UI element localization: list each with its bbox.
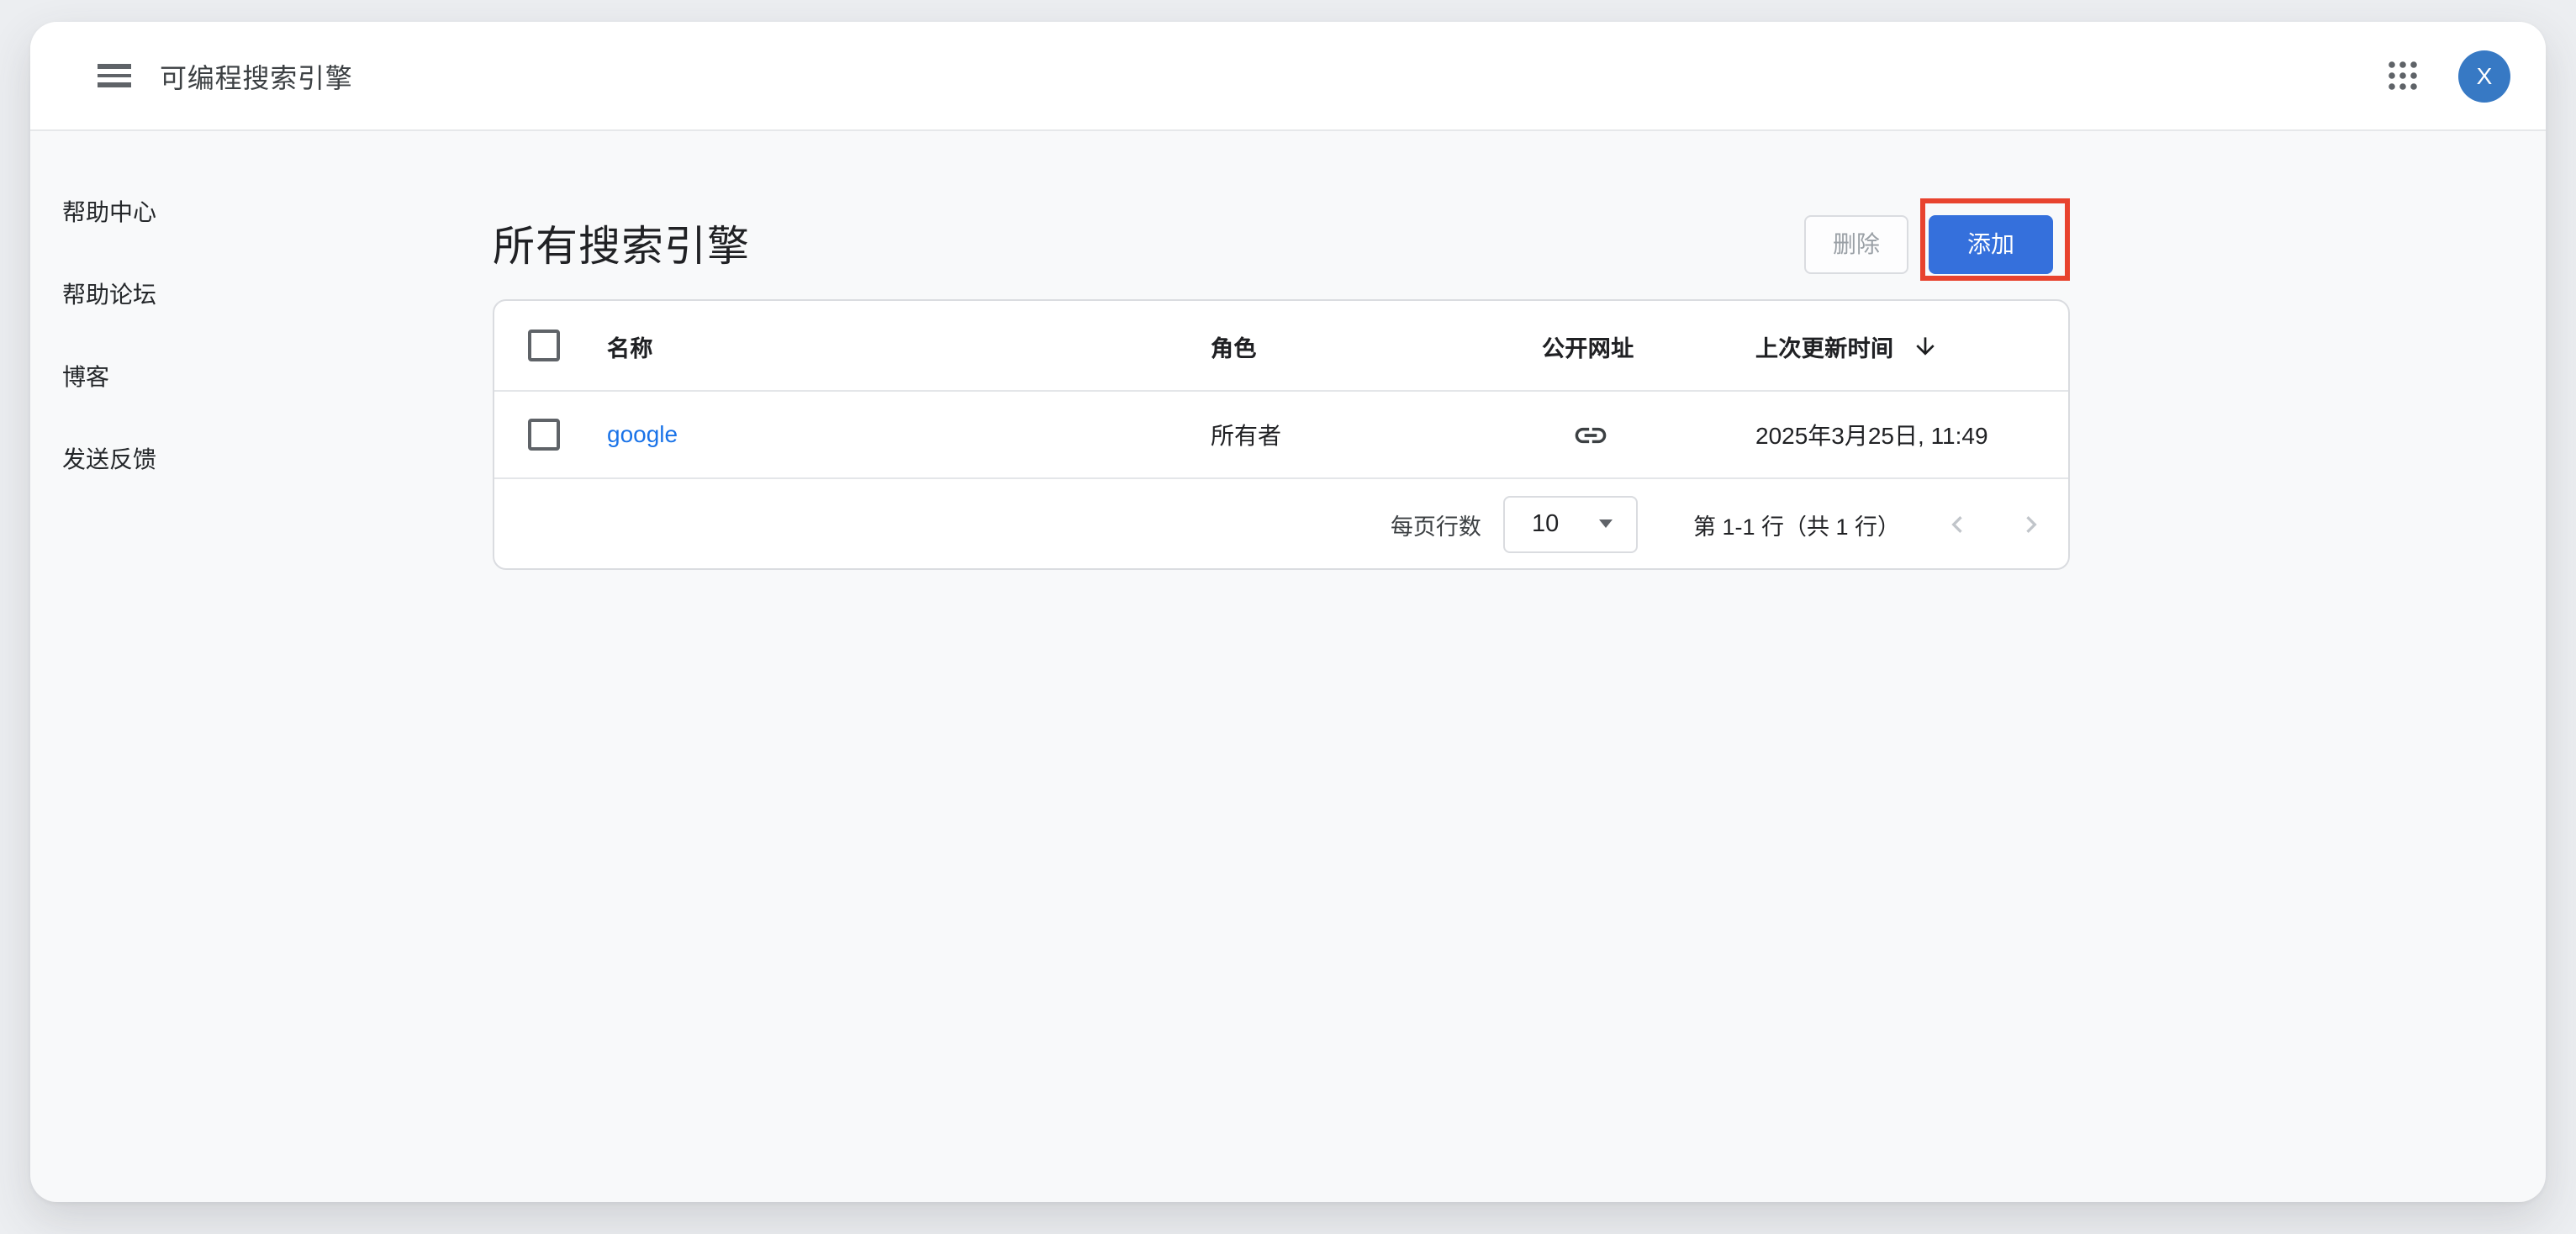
row-checkbox-cell <box>494 419 607 451</box>
row-last-updated-cell: 2025年3月25日, 11:49 <box>1755 418 2068 451</box>
rows-per-page-value: 10 <box>1532 510 1559 537</box>
title-row: 所有搜索引擎 删除 添加 <box>493 202 2070 286</box>
delete-button[interactable]: 删除 <box>1804 214 1908 273</box>
engine-name-link[interactable]: google <box>607 419 678 446</box>
table-row: google 所有者 2025年3月25日, 11:49 <box>494 392 2068 479</box>
content-area: 帮助中心 帮助论坛 博客 发送反馈 所有搜索引擎 删除 添加 <box>30 131 2546 1200</box>
sidebar-item-help-center[interactable]: 帮助中心 <box>62 195 462 229</box>
column-header-last-updated[interactable]: 上次更新时间 <box>1755 329 2068 362</box>
avatar[interactable]: X <box>2458 50 2510 102</box>
sidebar: 帮助中心 帮助论坛 博客 发送反馈 <box>30 131 462 1200</box>
sidebar-item-help-forum[interactable]: 帮助论坛 <box>62 277 462 311</box>
row-role-cell: 所有者 <box>1211 418 1542 451</box>
column-header-name[interactable]: 名称 <box>607 329 1211 362</box>
app-bar: 可编程搜索引擎 X <box>30 22 2546 131</box>
next-page-button[interactable] <box>2014 507 2048 541</box>
apps-grid-icon[interactable] <box>2388 61 2418 91</box>
rows-per-page-label: 每页行数 <box>1391 507 1481 541</box>
add-button-wrap: 添加 <box>1929 214 2053 273</box>
select-all-checkbox[interactable] <box>528 330 560 361</box>
action-buttons: 删除 添加 <box>1804 214 2070 273</box>
app-window: 可编程搜索引擎 X 帮助中心 帮助论坛 博客 发送反馈 <box>30 22 2546 1202</box>
app-title: 可编程搜索引擎 <box>160 55 353 96</box>
add-button[interactable]: 添加 <box>1929 214 2053 273</box>
table-header-row: 名称 角色 公开网址 上次更新时间 <box>494 301 2068 392</box>
page: 可编程搜索引擎 X 帮助中心 帮助论坛 博客 发送反馈 <box>0 0 2576 1234</box>
column-header-role[interactable]: 角色 <box>1211 329 1542 362</box>
row-name-cell: google <box>607 419 1211 450</box>
public-url-link-icon[interactable] <box>1572 416 1609 453</box>
column-header-public-url[interactable]: 公开网址 <box>1542 329 1755 362</box>
page-title: 所有搜索引擎 <box>493 214 750 274</box>
sort-desc-arrow-icon <box>1912 332 1939 359</box>
sidebar-item-blog[interactable]: 博客 <box>62 360 462 393</box>
sidebar-item-send-feedback[interactable]: 发送反馈 <box>62 442 462 476</box>
pagination-range-text: 第 1-1 行（共 1 行） <box>1693 507 1900 541</box>
column-header-last-updated-label: 上次更新时间 <box>1755 329 1893 362</box>
previous-page-button[interactable] <box>1940 507 1974 541</box>
search-engines-table: 名称 角色 公开网址 上次更新时间 <box>493 299 2070 570</box>
caret-down-icon <box>1599 519 1613 528</box>
header-checkbox-cell <box>494 330 607 361</box>
row-public-url-cell <box>1542 416 1755 453</box>
table-footer: 每页行数 10 第 1-1 行（共 1 行） <box>494 479 2068 568</box>
main-panel: 所有搜索引擎 删除 添加 名称 <box>462 131 2546 1200</box>
hamburger-menu-icon[interactable] <box>98 64 131 87</box>
row-checkbox[interactable] <box>528 419 560 451</box>
rows-per-page-select[interactable]: 10 <box>1503 495 1638 552</box>
